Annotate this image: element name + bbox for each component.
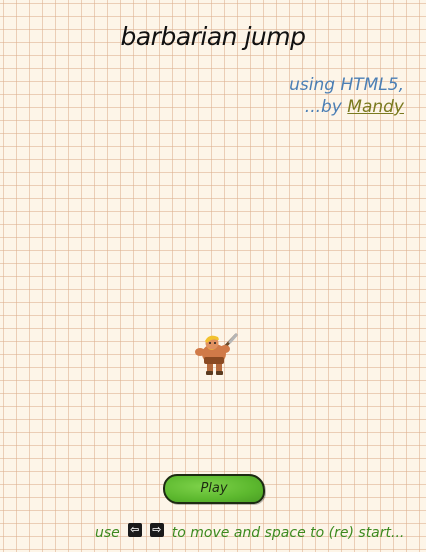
- game-title: barbarian jump: [120, 22, 306, 51]
- author-link[interactable]: Mandy: [347, 97, 404, 117]
- right-arrow-key-icon: ⇨: [149, 523, 164, 537]
- credits-author-line: ...by Mandy: [289, 96, 404, 118]
- credits-tech: using HTML5,: [289, 75, 404, 95]
- instructions: use ⇦ ⇨ to move and space to (re) start.…: [95, 523, 405, 541]
- credits: using HTML5, ...by Mandy: [289, 74, 404, 118]
- credits-prefix: ...by: [304, 97, 342, 117]
- instruction-prefix: use: [95, 525, 120, 541]
- play-button[interactable]: Play: [163, 474, 265, 504]
- instruction-suffix: to move and space to (re) start...: [171, 525, 405, 541]
- left-arrow-key-icon: ⇦: [127, 523, 142, 537]
- barbarian-character-icon: [190, 332, 242, 378]
